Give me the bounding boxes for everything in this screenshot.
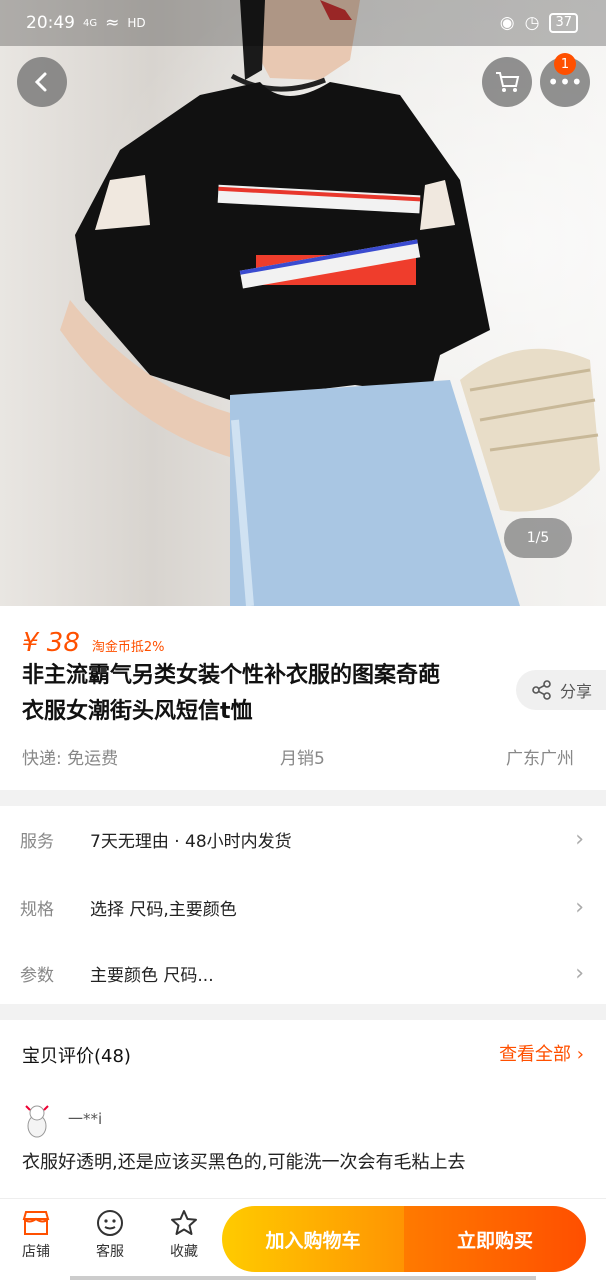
avatar: [25, 1105, 49, 1138]
share-label: 分享: [560, 682, 593, 701]
shop-icon: [22, 1211, 50, 1235]
row-label: 服务: [20, 831, 54, 852]
row-value: 主要颜色 尺码...: [90, 965, 214, 986]
customer-service-button[interactable]: 客服: [80, 1209, 140, 1261]
image-pager: 1/5: [504, 518, 572, 558]
shop-label: 店铺: [22, 1244, 50, 1260]
service-row[interactable]: 服务 7天无理由 · 48小时内发货 ›: [0, 806, 606, 872]
title-line-2: 衣服女潮街头风短信t恤: [22, 699, 253, 724]
lock-icon: ◉: [499, 13, 515, 33]
add-to-cart-button[interactable]: 加入购物车: [222, 1206, 404, 1272]
home-indicator: [70, 1276, 536, 1280]
chevron-right-icon: ›: [576, 1044, 584, 1065]
chevron-right-icon: ›: [575, 826, 584, 852]
row-value: 7天无理由 · 48小时内发货: [90, 831, 292, 852]
clock: 20:49: [26, 13, 75, 33]
coin-discount-tag: 淘金币抵2%: [91, 640, 165, 655]
chevron-left-icon: [34, 72, 47, 92]
review-username: 一**i: [68, 1110, 103, 1128]
service-icon: [97, 1210, 123, 1236]
params-row[interactable]: 参数 主要颜色 尺码... ›: [0, 940, 606, 1006]
wifi-icon: ≈: [105, 13, 120, 33]
price-row: ¥ 38 淘金币抵2%: [22, 628, 165, 658]
title-line-1: 非主流霸气另类女装个性补衣服的图案奇葩: [22, 663, 441, 688]
monthly-sales: 月销5: [280, 749, 325, 769]
alarm-icon: ◷: [524, 13, 540, 33]
status-bar: 20:49 4G ≈ HD ◉ ◷ 37: [0, 0, 606, 46]
chevron-right-icon: ›: [575, 894, 584, 920]
more-button[interactable]: ••• 1: [540, 53, 590, 107]
location: 广东广州: [506, 749, 574, 769]
chevron-right-icon: ›: [575, 960, 584, 986]
share-button[interactable]: 分享: [516, 670, 606, 710]
back-button[interactable]: [17, 57, 67, 107]
cart-badge: 1: [554, 53, 576, 75]
row-label: 规格: [20, 899, 54, 920]
shop-button[interactable]: 店铺: [6, 1209, 66, 1261]
row-value: 选择 尺码,主要颜色: [90, 899, 237, 920]
cart-button[interactable]: [482, 57, 532, 107]
buy-now-button[interactable]: 立即购买: [404, 1206, 586, 1272]
shipping-info: 快递: 免运费: [22, 749, 119, 769]
price: ¥ 38: [22, 628, 80, 658]
row-label: 参数: [20, 965, 54, 986]
hd-icon: HD: [127, 16, 146, 30]
star-icon: [171, 1210, 197, 1235]
reviews-heading: 宝贝评价(48): [22, 1046, 131, 1067]
battery-indicator: 37: [549, 13, 578, 33]
spec-row[interactable]: 规格 选择 尺码,主要颜色 ›: [0, 874, 606, 940]
network-icon: 4G: [83, 17, 98, 29]
favorite-label: 收藏: [170, 1244, 198, 1260]
service-label: 客服: [96, 1244, 124, 1260]
view-all-reviews-link[interactable]: 查看全部 ›: [499, 1040, 584, 1066]
view-all-label: 查看全部: [499, 1044, 572, 1065]
cart-icon: [496, 72, 520, 92]
favorite-button[interactable]: 收藏: [154, 1209, 214, 1261]
share-icon: [532, 680, 551, 700]
product-title: 非主流霸气另类女装个性补衣服的图案奇葩 衣服女潮街头风短信t恤: [22, 658, 500, 730]
review-text: 衣服好透明,还是应该买黑色的,可能洗一次会有毛粘上去: [22, 1152, 466, 1173]
